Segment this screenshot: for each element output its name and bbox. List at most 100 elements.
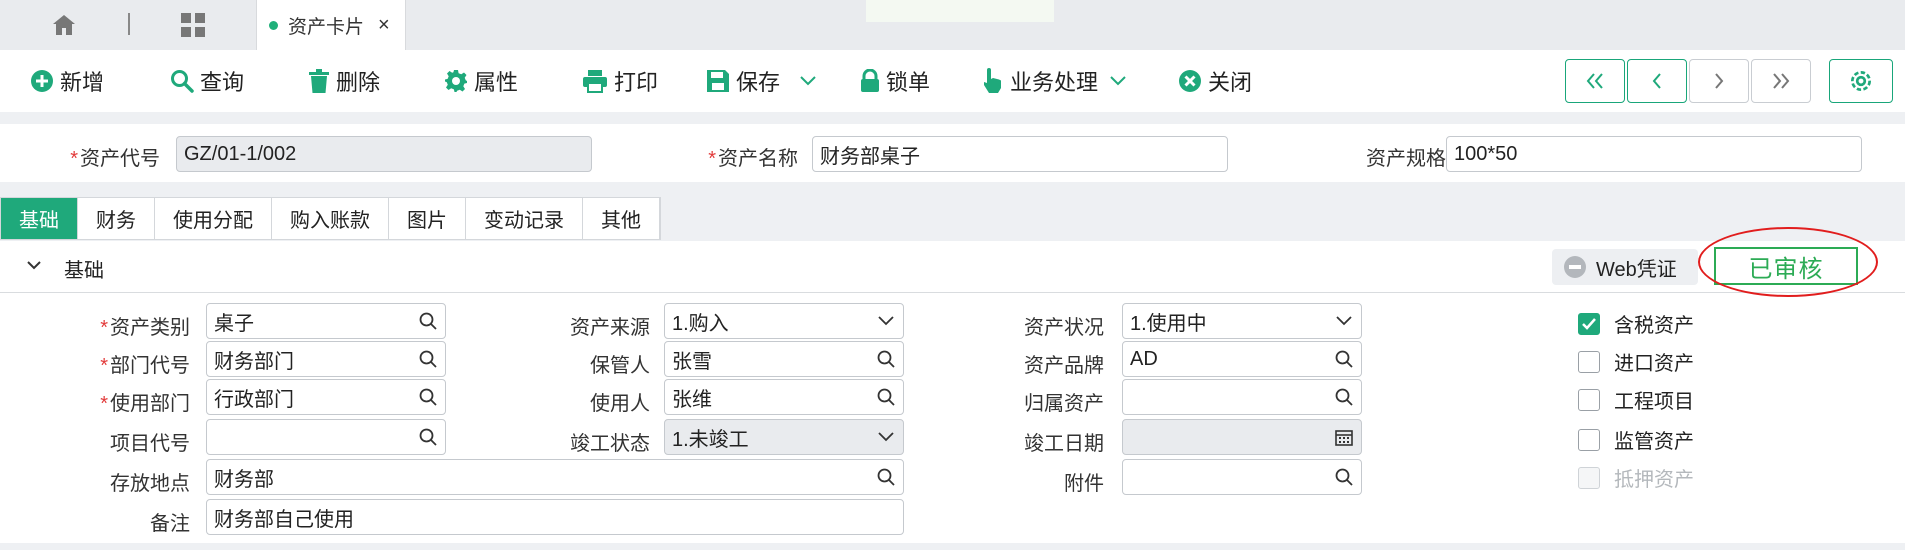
user-label: 使用人 [590, 393, 650, 415]
search-icon[interactable] [1327, 460, 1361, 494]
save-button[interactable]: 保存 [706, 64, 816, 98]
complete-state-select[interactable]: 1.未竣工 [664, 419, 904, 455]
status-select[interactable]: 1.使用中 [1122, 303, 1362, 339]
chevron-right-icon [1715, 73, 1724, 89]
asset-spec-field[interactable]: 100*50 [1446, 136, 1862, 172]
required-mark: * [70, 148, 78, 170]
first-record-button[interactable] [1565, 59, 1625, 103]
chevron-down-icon[interactable] [1110, 76, 1126, 86]
query-button[interactable]: 查询 [170, 64, 244, 98]
checkbox-box[interactable] [1578, 428, 1600, 451]
delete-button[interactable]: 删除 [308, 64, 380, 98]
tab-asset-card[interactable]: 资产卡片 × [256, 0, 406, 50]
tab-images[interactable]: 图片 [389, 198, 466, 239]
engineering-checkbox[interactable]: 工程项目 [1578, 385, 1694, 414]
search-icon[interactable] [411, 380, 445, 414]
user-field[interactable]: 张维 [664, 379, 904, 415]
gear-icon [445, 70, 467, 92]
search-icon[interactable] [869, 380, 903, 414]
category-field[interactable]: 桌子 [206, 303, 446, 339]
tab-purchase[interactable]: 购入账款 [272, 198, 389, 239]
home-icon[interactable] [48, 10, 80, 40]
mortgage-checkbox: 抵押资产 [1578, 463, 1694, 492]
tab-allocation[interactable]: 使用分配 [155, 198, 272, 239]
web-voucher-label: Web凭证 [1596, 258, 1677, 281]
properties-label: 属性 [474, 70, 519, 95]
search-icon[interactable] [869, 460, 903, 494]
remark-field[interactable]: 财务部自己使用 [206, 499, 904, 535]
search-icon[interactable] [1327, 342, 1361, 376]
usedept-field[interactable]: 行政部门 [206, 379, 446, 415]
chevron-down-icon[interactable] [1327, 304, 1361, 338]
belong-field[interactable] [1122, 379, 1362, 415]
active-dot-icon [269, 20, 278, 30]
grid-icon[interactable] [178, 10, 208, 40]
settings-gear-icon [1850, 70, 1872, 92]
tax-included-checkbox[interactable]: 含税资产 [1578, 309, 1694, 338]
calendar-icon[interactable] [1327, 420, 1361, 454]
usedept-label: * 使用部门 [100, 393, 190, 415]
location-label: 存放地点 [110, 473, 190, 495]
search-icon[interactable] [411, 342, 445, 376]
supervised-checkbox[interactable]: 监管资产 [1578, 425, 1694, 454]
search-icon[interactable] [869, 342, 903, 376]
attachment-field[interactable] [1122, 459, 1362, 495]
plus-circle-icon [31, 70, 53, 92]
search-icon[interactable] [411, 420, 445, 454]
imported-checkbox[interactable]: 进口资产 [1578, 347, 1694, 376]
last-record-button[interactable] [1751, 59, 1811, 103]
asset-code-field[interactable]: GZ/01-1/002 [176, 136, 592, 172]
checkbox-box[interactable] [1578, 350, 1600, 373]
required-mark: * [100, 393, 108, 415]
web-voucher-button[interactable]: Web凭证 [1552, 249, 1698, 285]
chevron-down-icon[interactable] [869, 420, 903, 454]
prev-record-button[interactable] [1627, 59, 1687, 103]
project-label: 项目代号 [110, 433, 190, 455]
remark-label: 备注 [150, 513, 190, 535]
print-button[interactable]: 打印 [582, 64, 658, 98]
checkbox-box[interactable] [1578, 388, 1600, 411]
asset-name-field[interactable]: 财务部桌子 [812, 136, 1228, 172]
lock-icon [861, 69, 879, 92]
chevron-down-icon[interactable] [869, 304, 903, 338]
add-button[interactable]: 新增 [30, 64, 104, 98]
hand-pointer-icon [984, 68, 1001, 93]
toolbar: 新增 查询 删除 属性 打印 保存 锁单 业务处理 关闭 [0, 50, 1905, 112]
search-icon[interactable] [1327, 380, 1361, 414]
dept-field[interactable]: 财务部门 [206, 341, 446, 377]
tab-basic[interactable]: 基础 [1, 198, 78, 239]
query-label: 查询 [200, 70, 245, 95]
save-label: 保存 [736, 70, 781, 95]
search-icon[interactable] [411, 304, 445, 338]
complete-date-field[interactable] [1122, 419, 1362, 455]
keeper-field[interactable]: 张雪 [664, 341, 904, 377]
tab-other[interactable]: 其他 [583, 198, 660, 239]
tab-finance[interactable]: 财务 [78, 198, 155, 239]
asset-code-label: * 资产代号 [70, 148, 160, 170]
attachment-label: 附件 [1064, 473, 1104, 495]
close-tab-icon[interactable]: × [378, 14, 390, 37]
settings-button[interactable] [1829, 59, 1893, 103]
tab-changes[interactable]: 变动记录 [466, 198, 583, 239]
printer-icon [583, 70, 607, 93]
asset-name-label: * 资产名称 [708, 148, 798, 170]
brand-field[interactable]: AD [1122, 341, 1362, 377]
belong-label: 归属资产 [1024, 393, 1104, 415]
next-record-button[interactable] [1689, 59, 1749, 103]
checkmark-icon[interactable] [1578, 312, 1600, 335]
collapse-chevron-icon[interactable] [26, 257, 42, 273]
trash-icon [309, 69, 329, 93]
double-chevron-left-icon [1586, 73, 1603, 89]
lock-button[interactable]: 锁单 [860, 64, 930, 98]
hint-area [866, 0, 1054, 22]
chevron-down-icon[interactable] [800, 76, 816, 86]
source-select[interactable]: 1.购入 [664, 303, 904, 339]
complete-date-label: 竣工日期 [1024, 433, 1104, 455]
project-field[interactable] [206, 419, 446, 455]
location-field[interactable]: 财务部 [206, 459, 904, 495]
close-button[interactable]: 关闭 [1178, 64, 1252, 98]
chevron-left-icon [1652, 73, 1661, 89]
properties-button[interactable]: 属性 [444, 64, 518, 98]
business-button[interactable]: 业务处理 [982, 64, 1126, 98]
basic-section: 基础 Web凭证 已审核 * 资产类别 桌子 * 部门代号 财务部门 * 使用部门 行… [0, 227, 1905, 543]
